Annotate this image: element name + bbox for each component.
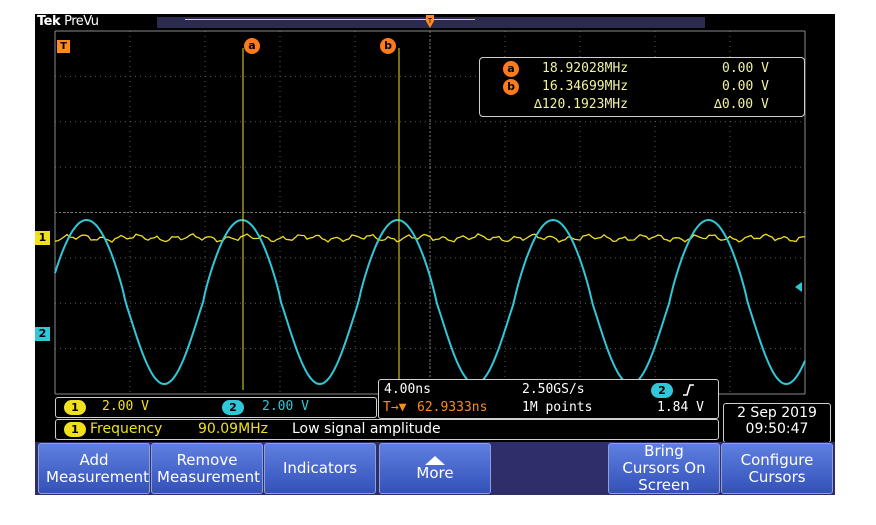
bring-cursors-on-screen-button[interactable]: Bring Cursors On Screen: [608, 443, 720, 494]
trigger-marker-icon: T: [57, 40, 70, 53]
trigger-position: 62.9333ns: [417, 400, 488, 415]
measurement-channel-chip: 1: [64, 422, 86, 437]
delta-freq: ∆120.1923MHz: [534, 97, 628, 112]
date: 2 Sep 2019: [737, 405, 817, 421]
cursor-b-handle[interactable]: b: [380, 38, 396, 54]
sample-rate: 2.50GS/s: [522, 382, 585, 397]
date-time: 2 Sep 2019 09:50:47: [723, 403, 831, 443]
remove-measurement-label: Remove Measurement: [157, 450, 260, 486]
rising-edge-icon: [683, 384, 694, 396]
more-button[interactable]: More: [379, 443, 491, 494]
ch1-chip: 1: [64, 400, 86, 415]
oscilloscope-screen: Tek PreVu T T a b 1 2 a 18.92028MHz 0.00 …: [35, 14, 835, 495]
cursor-b-badge: b: [503, 79, 519, 95]
configure-cursors-label: Configure Cursors: [740, 450, 814, 486]
ch2-chip: 2: [222, 400, 244, 415]
trigger-source-chip: 2: [651, 383, 673, 398]
indicators-label: Indicators: [282, 459, 358, 477]
cursor-a-volt: 0.00 V: [722, 61, 769, 76]
add-measurement-button[interactable]: Add Measurement: [38, 443, 150, 494]
cursor-a-handle[interactable]: a: [244, 38, 260, 54]
measurement-name: Frequency: [90, 421, 163, 437]
remove-measurement-button[interactable]: Remove Measurement: [151, 443, 263, 494]
trigger-level: 1.84 V: [657, 400, 704, 415]
ch2-ground-marker[interactable]: 2: [35, 327, 50, 341]
bring-cursors-label: Bring Cursors On Screen: [622, 442, 706, 494]
cursor-readout: a 18.92028MHz 0.00 V b 16.34699MHz 0.00 …: [479, 57, 805, 117]
configure-cursors-button[interactable]: Configure Cursors: [721, 443, 833, 494]
indicators-button[interactable]: Indicators: [264, 443, 376, 494]
ch1-ground-marker[interactable]: 1: [35, 231, 50, 245]
cursor-a-badge: a: [503, 61, 519, 77]
button-bar: Add Measurement Remove Measurement Indic…: [35, 442, 835, 495]
cursor-b-volt: 0.00 V: [722, 79, 769, 94]
vertical-scale-box[interactable]: 1 2.00 V 2 2.00 V: [55, 397, 377, 418]
horizontal-trigger-box[interactable]: 4.00ns 2.50GS/s 2 T→▼ 62.9333ns 1M point…: [378, 379, 719, 419]
time: 09:50:47: [745, 421, 809, 437]
ch1-scale: 2.00 V: [102, 399, 149, 414]
time-per-div: 4.00ns: [384, 382, 431, 397]
ch2-scale: 2.00 V: [262, 399, 309, 414]
more-label: More: [416, 464, 454, 482]
record-length: 1M points: [522, 400, 593, 415]
trigger-level-icon: [795, 282, 802, 292]
trigger-pos-icon: T→▼: [383, 400, 407, 415]
measurement-value: 90.09MHz: [198, 421, 269, 437]
add-measurement-label: Add Measurement: [46, 450, 149, 486]
cursor-b-freq: 16.34699MHz: [542, 79, 629, 94]
cursor-a-freq: 18.92028MHz: [542, 61, 629, 76]
delta-volt: ∆0.00 V: [714, 97, 769, 112]
measurement-box[interactable]: 1 Frequency 90.09MHz Low signal amplitud…: [55, 419, 719, 440]
measurement-status: Low signal amplitude: [292, 421, 441, 437]
